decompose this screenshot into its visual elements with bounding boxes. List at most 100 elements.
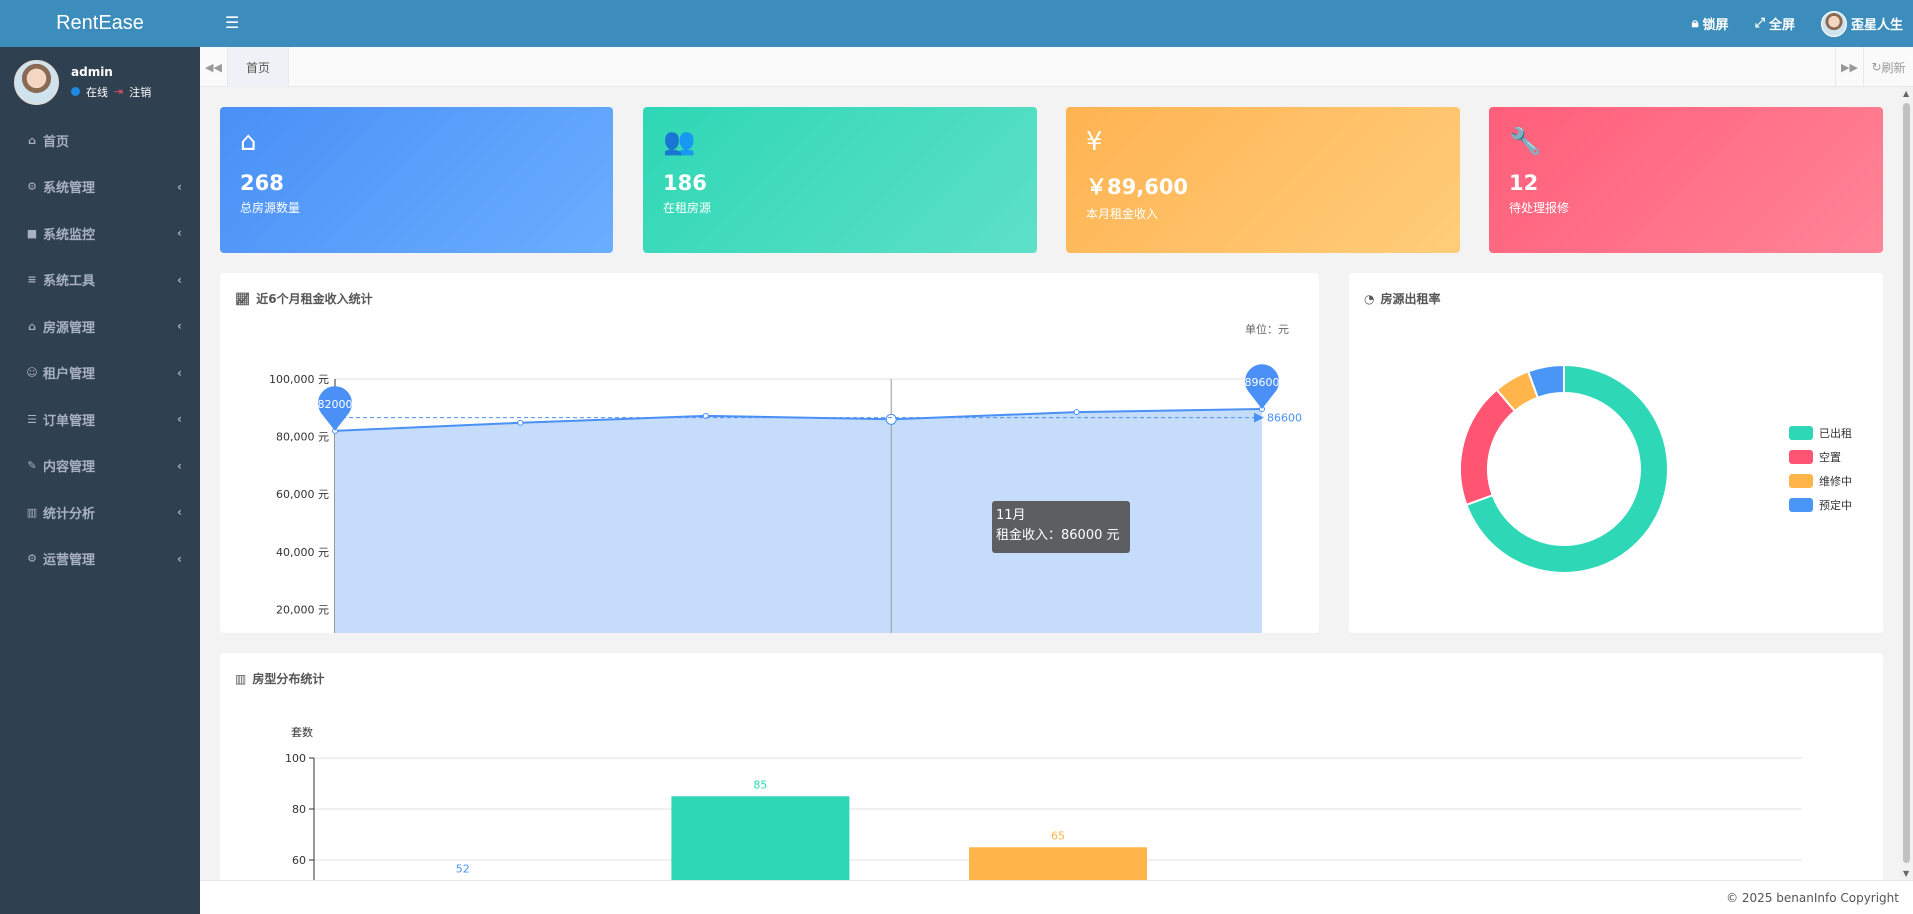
refresh-icon: ↻ [1871, 60, 1882, 74]
user-avatar [1820, 10, 1847, 37]
brand-logo[interactable]: RentEase [0, 0, 200, 47]
y-tick-label: 100,000 元 [269, 373, 329, 386]
refresh-label: 刷新 [1881, 60, 1906, 75]
occupancy-chart-panel: ◔ 房源出租率 已出租 空置 维修中 预定中 [1349, 273, 1883, 633]
wrench-icon: 🔧 [1509, 127, 1542, 157]
sidebar-item-3[interactable]: ≡ 系统工具 ‹ [0, 257, 200, 304]
home-icon: ⌂ [240, 127, 257, 157]
fullscreen-label: 全屏 [1768, 18, 1795, 33]
sidebar: RentEase admin 在线 ⇥ 注销 ⌂ 首页 ⚙ 系统管理 ‹ ■ 系统监控 ‹ ≡ 系… [0, 0, 200, 914]
copyright-text: © 2025 benanInfo Copyright [1726, 890, 1899, 905]
chevron-left-icon: ‹ [177, 412, 182, 427]
sidebar-item-9[interactable]: ⚙ 运营管理 ‹ [0, 536, 200, 583]
cogs-icon: ⚙ [27, 552, 37, 566]
legend-item[interactable]: 已出租 [1789, 421, 1852, 445]
sidebar-item-label: 首页 [43, 134, 70, 150]
sidebar-item-label: 统计分析 [43, 506, 96, 522]
sidebar-item-label: 租户管理 [43, 367, 96, 383]
avatar[interactable] [14, 59, 59, 105]
sidebar-item-label: 系统监控 [43, 227, 96, 243]
legend-swatch [1789, 498, 1813, 512]
video-icon: ■ [26, 226, 38, 240]
lock-screen-button[interactable]: 🔒︎ 锁屏 [1692, 14, 1729, 33]
legend-label: 维修中 [1819, 475, 1852, 488]
tooltip-value: 租金收入：86000 元 [996, 528, 1120, 543]
user-name: admin [71, 64, 113, 79]
y-tick-label: 40,000 元 [276, 546, 329, 559]
sidebar-item-5[interactable]: ☺ 租户管理 ‹ [0, 350, 200, 397]
chevron-left-icon: ‹ [177, 319, 182, 334]
markpoint-label: 82000 [318, 398, 353, 411]
bar-value-label: 52 [456, 862, 470, 875]
average-label: 86600 [1267, 412, 1302, 425]
sidebar-item-label: 房源管理 [43, 320, 96, 336]
markpoint-label: 89600 [1245, 376, 1280, 389]
stat-card-monthly-income[interactable]: ¥ ￥89,600 本月租金收入 [1066, 107, 1460, 253]
legend-item[interactable]: 空置 [1789, 445, 1852, 469]
donut-slice [1459, 388, 1517, 507]
sidebar-item-4[interactable]: ⌂ 房源管理 ‹ [0, 303, 200, 350]
scroll-up-icon[interactable]: ▲ [1903, 89, 1909, 98]
stat-card-total-listings[interactable]: ⌂ 268 总房源数量 [220, 107, 613, 253]
legend-label: 预定中 [1819, 499, 1852, 512]
tab-refresh-button[interactable]: ↻ 刷新 [1863, 47, 1913, 87]
scrollbar-thumb[interactable] [1903, 103, 1910, 863]
user-menu[interactable]: 歪星人生 [1820, 10, 1903, 37]
sidebar-item-8[interactable]: ▥ 统计分析 ‹ [0, 489, 200, 536]
legend-swatch [1789, 474, 1813, 488]
scroll-down-icon[interactable]: ▼ [1903, 869, 1909, 878]
stat-label: 本月租金收入 [1086, 207, 1159, 221]
sidebar-item-label: 运营管理 [43, 553, 96, 569]
stat-label: 在租房源 [663, 201, 712, 215]
footer: © 2025 benanInfo Copyright [200, 880, 1913, 914]
yen-icon: ¥ [1086, 127, 1103, 157]
income-chart-panel: 📈︎ 近6个月租金收入统计 单位：元 0 元20,000 元40,000 元60… [220, 273, 1319, 633]
chevron-left-icon: ‹ [177, 179, 182, 194]
tab-home[interactable]: 首页 [228, 47, 290, 87]
layout-bar-chart[interactable]: 套数608010052856545 [220, 653, 1883, 880]
stat-label: 总房源数量 [240, 201, 301, 215]
tab-bar: ◀◀ 首页 ▶▶ ↻ 刷新 [200, 47, 1913, 87]
fullscreen-button[interactable]: ⤢ 全屏 [1755, 14, 1795, 33]
y-tick-label: 80,000 元 [276, 431, 329, 444]
income-chart[interactable]: 0 元20,000 元40,000 元60,000 元80,000 元100,0… [220, 273, 1319, 633]
stat-card-repairs[interactable]: 🔧 12 待处理报修 [1489, 107, 1883, 253]
stat-card-rented[interactable]: 👥 186 在租房源 [643, 107, 1037, 253]
gear-icon: ⚙ [27, 180, 37, 194]
tab-scroll-right-icon[interactable]: ▶▶ [1835, 47, 1863, 87]
sidebar-item-6[interactable]: ☰ 订单管理 ‹ [0, 396, 200, 443]
lock-screen-label: 锁屏 [1702, 18, 1729, 33]
logout-link[interactable]: 注销 [129, 84, 151, 100]
sidebar-item-label: 订单管理 [43, 413, 96, 429]
stat-value: 12 [1509, 171, 1539, 195]
chevron-left-icon: ‹ [177, 272, 182, 287]
legend-label: 空置 [1819, 451, 1841, 464]
sidebar-item-2[interactable]: ■ 系统监控 ‹ [0, 210, 200, 257]
y-tick-label: 60,000 元 [276, 488, 329, 501]
chevron-left-icon: ‹ [177, 365, 182, 380]
lock-icon: 🔒︎ [1691, 16, 1699, 31]
edit-icon: ✎ [27, 459, 37, 473]
sidebar-item-0[interactable]: ⌂ 首页 [0, 117, 200, 164]
y-tick-label: 100 [285, 752, 306, 765]
legend-swatch [1789, 426, 1813, 440]
sidebar-menu: ⌂ 首页 ⚙ 系统管理 ‹ ■ 系统监控 ‹ ≡ 系统工具 ‹ ⌂ 房源管理 ‹ ☺ 租户管理 ‹ ☰ 订单管理 ‹ ✎… [0, 117, 200, 582]
y-tick-label: 80 [292, 803, 306, 816]
tab-scroll-left-icon[interactable]: ◀◀ [200, 47, 228, 87]
legend-item[interactable]: 维修中 [1789, 469, 1852, 493]
vertical-scrollbar[interactable]: ▲ ▼ [1900, 87, 1913, 880]
sidebar-item-1[interactable]: ⚙ 系统管理 ‹ [0, 164, 200, 211]
logout-icon: ⇥ [114, 85, 124, 98]
y-tick-label: 20,000 元 [276, 603, 329, 616]
online-status: 在线 [86, 85, 108, 99]
users-icon: ☺ [26, 366, 38, 380]
stat-label: 待处理报修 [1509, 201, 1570, 215]
legend-item[interactable]: 预定中 [1789, 493, 1852, 517]
home-icon: ⌂ [28, 319, 36, 333]
sidebar-item-7[interactable]: ✎ 内容管理 ‹ [0, 443, 200, 490]
menu-toggle-icon[interactable]: ☰ [225, 13, 239, 32]
sidebar-item-label: 内容管理 [43, 460, 96, 476]
bar-value-label: 65 [1051, 829, 1065, 842]
chevron-left-icon: ‹ [177, 505, 182, 520]
data-point [885, 413, 897, 425]
